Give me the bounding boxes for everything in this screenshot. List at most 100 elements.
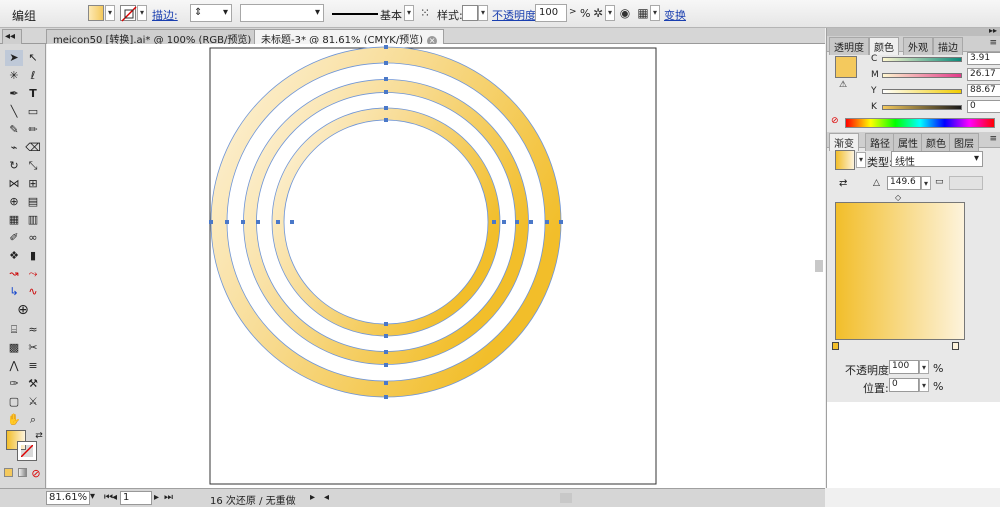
stroke-link[interactable]: 描边: <box>152 7 178 23</box>
tab-document-1[interactable]: meicon50 [转换].ai* @ 100% (RGB/预览)× <box>46 29 273 46</box>
color-spectrum-bar[interactable] <box>845 118 995 128</box>
zoom-dropdown[interactable]: ▾ <box>90 491 100 505</box>
magenta-bar[interactable] <box>882 73 962 78</box>
knife-icon[interactable]: ⚔ <box>24 394 42 410</box>
style-swatch[interactable] <box>462 5 478 21</box>
opacity-arrow[interactable]: > <box>569 7 577 17</box>
color-mode-icon[interactable] <box>2 466 14 482</box>
status-menu-icon[interactable]: ▸ <box>310 492 315 503</box>
stroke-preset-label[interactable]: 基本 <box>380 7 402 23</box>
page-field[interactable]: 1 <box>120 491 152 505</box>
puppet-warp-icon[interactable]: ↝ <box>5 266 23 282</box>
opacity-field[interactable]: 100 <box>535 4 567 22</box>
tab-pathfinder[interactable]: 路径 <box>865 133 895 151</box>
gradient-stop-start[interactable] <box>832 342 839 350</box>
black-bar[interactable] <box>882 105 962 110</box>
warp-curve-icon[interactable]: ⤳ <box>24 266 42 282</box>
scale-tool-icon[interactable]: ⤡ <box>24 158 42 174</box>
eyedropper-alt-icon[interactable]: ✑ <box>5 376 23 392</box>
aspect-ratio-field[interactable] <box>949 176 983 190</box>
stop-position-dropdown[interactable]: ▾ <box>919 378 929 392</box>
crosshair-icon[interactable]: ⊕ <box>14 302 32 318</box>
blob-brush-icon[interactable]: ⌁ <box>5 140 23 156</box>
fill-swatch[interactable] <box>88 5 104 21</box>
angle-dropdown[interactable]: ▾ <box>921 176 931 190</box>
variable-width-field[interactable]: ▾ <box>240 4 324 22</box>
vertical-scroll-thumb[interactable] <box>815 260 823 272</box>
gradient-swatch[interactable] <box>835 150 855 170</box>
opacity-link[interactable]: 不透明度: <box>492 7 540 23</box>
globe-icon[interactable]: ◉ <box>617 5 633 21</box>
list-icon[interactable]: ≡ <box>24 358 42 374</box>
angle-field[interactable]: 149.6 <box>887 176 921 190</box>
stroke-weight-field[interactable]: ⇕ ▾ <box>190 4 232 22</box>
stop-opacity-dropdown[interactable]: ▾ <box>919 360 929 374</box>
artboard-tool-icon[interactable]: ⌸ <box>5 322 23 338</box>
align-icon[interactable]: ▦ <box>635 5 651 21</box>
shape-builder-icon[interactable]: ⊕ <box>5 194 23 210</box>
fill-dropdown[interactable]: ▾ <box>105 5 115 21</box>
magenta-value[interactable]: 26.17 <box>967 68 1000 81</box>
measure-icon[interactable]: ⚒ <box>24 376 42 392</box>
stroke-swatch-none[interactable] <box>120 5 137 22</box>
stroke-preset-dropdown[interactable]: ▾ <box>404 5 414 21</box>
symbol-sprayer-icon[interactable]: ❖ <box>5 248 23 264</box>
rectangle-tool-icon[interactable]: ▭ <box>24 104 42 120</box>
mesh-tool-icon[interactable]: ▦ <box>5 212 23 228</box>
hand-tool-icon[interactable]: ✋ <box>5 412 23 428</box>
tab-color-2[interactable]: 颜色 <box>921 133 951 151</box>
gradient-tool-icon[interactable]: ▥ <box>24 212 42 228</box>
eyedropper-icon[interactable]: ✐ <box>5 230 23 246</box>
recolor-dropdown[interactable]: ▾ <box>605 5 615 21</box>
zoom-field[interactable]: 81.61% <box>46 491 90 505</box>
stop-position-field[interactable]: 0 <box>889 378 919 392</box>
tab-gradient[interactable]: 渐变 <box>829 133 859 151</box>
gradient-preview[interactable] <box>835 202 965 340</box>
column-graph-icon[interactable]: ▮ <box>24 248 42 264</box>
width-tool-icon[interactable]: ⋈ <box>5 176 23 192</box>
swap-colors-icon[interactable]: ⇄ <box>30 428 48 444</box>
panel-menu-icon[interactable]: ≡ <box>989 134 997 144</box>
slice-tool-icon[interactable]: ✂ <box>24 340 42 356</box>
gradient-mode-icon[interactable] <box>16 466 28 482</box>
yellow-slider[interactable]: Y 88.67 % <box>871 84 1000 98</box>
direct-selection-tool-icon[interactable]: ↖ <box>24 50 42 66</box>
none-mode-icon[interactable]: ⊘ <box>30 466 42 482</box>
type-tool-icon[interactable]: T <box>24 86 42 102</box>
rotate-tool-icon[interactable]: ↻ <box>5 158 23 174</box>
last-page-icon[interactable]: ⏭ <box>164 492 173 503</box>
paintbrush-icon[interactable]: ✎ <box>5 122 23 138</box>
magic-wand-icon[interactable]: ✳ <box>5 68 23 84</box>
free-transform-icon[interactable]: ⊞ <box>24 176 42 192</box>
panel-menu-icon[interactable]: ≡ <box>989 38 997 48</box>
stop-opacity-field[interactable]: 100 <box>889 360 919 374</box>
tab-transparency[interactable]: 透明度 <box>829 37 869 55</box>
gradient-swatch-dropdown[interactable]: ▾ <box>856 152 866 168</box>
artboard-alt-icon[interactable]: ▢ <box>5 394 23 410</box>
zoom-tool-icon[interactable]: ⌕ <box>24 412 42 428</box>
scroll-left-icon[interactable]: ◂ <box>324 492 329 503</box>
chart-tool-icon[interactable]: ▩ <box>5 340 23 356</box>
dock-header[interactable]: ▸▸ <box>827 26 1000 36</box>
tab-color[interactable]: 颜色 <box>869 37 899 55</box>
black-value[interactable]: 0 <box>967 100 1000 113</box>
perspective-grid-icon[interactable]: ▤ <box>24 194 42 210</box>
panel-collapse-icon[interactable]: ◂◂ <box>2 29 22 44</box>
line-tool-icon[interactable]: ╲ <box>5 104 23 120</box>
selection-tool-icon[interactable]: ➤ <box>5 50 23 66</box>
cyan-value[interactable]: 3.91 <box>967 52 1000 65</box>
arrange-icon[interactable]: ⁙ <box>417 5 433 21</box>
path-tool-icon[interactable]: ↳ <box>5 284 23 300</box>
style-dropdown[interactable]: ▾ <box>478 5 488 21</box>
yellow-bar[interactable] <box>882 89 962 94</box>
tab-stroke[interactable]: 描边 <box>933 37 963 55</box>
pen-tool-icon[interactable]: ✒ <box>5 86 23 102</box>
magenta-slider[interactable]: M 26.17 % <box>871 68 1000 82</box>
recolor-icon[interactable]: ✲ <box>590 5 606 21</box>
lasso-icon[interactable]: ℓ <box>24 68 42 84</box>
stroke-color-box[interactable] <box>17 441 37 461</box>
canvas-area[interactable] <box>47 44 825 488</box>
tab-attributes[interactable]: 属性 <box>893 133 923 151</box>
gradient-stop-end[interactable] <box>952 342 959 350</box>
gradient-type-select[interactable]: 线性 ▾ <box>891 151 983 168</box>
